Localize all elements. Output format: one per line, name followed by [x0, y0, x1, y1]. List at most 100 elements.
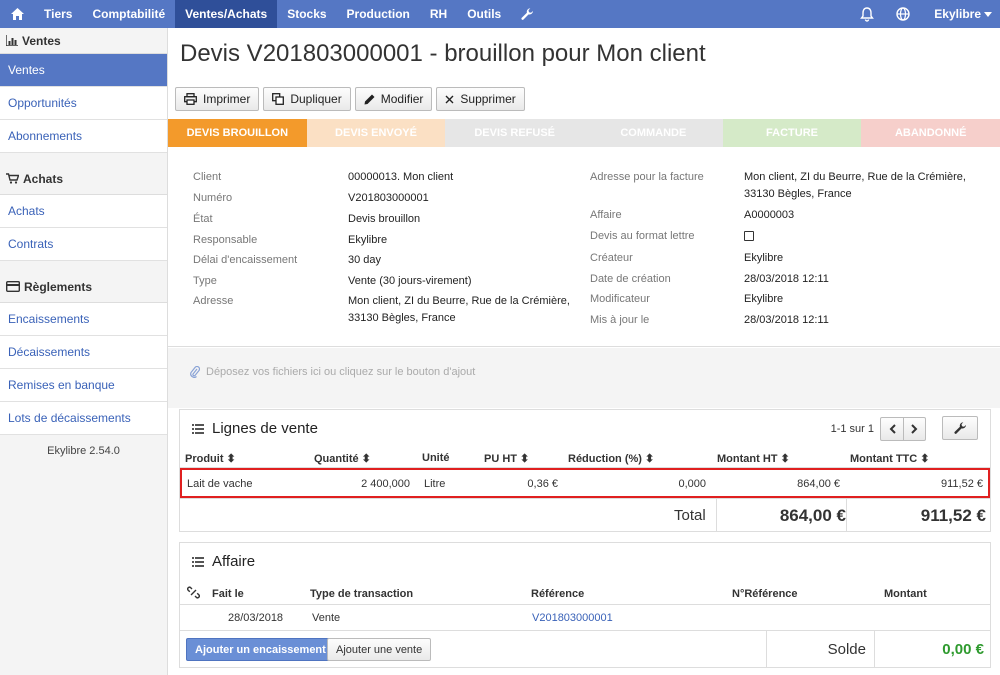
sidebar-item-ventes[interactable]: Ventes: [0, 54, 167, 87]
pagination-info: 1-1 sur 1: [830, 423, 874, 435]
field-label: Date de création: [590, 273, 671, 285]
column-header-quantite[interactable]: Quantité ⬍: [314, 452, 371, 465]
nav-stocks[interactable]: Stocks: [277, 0, 336, 28]
sidebar-item-decaissements[interactable]: Décaissements: [0, 336, 167, 369]
column-header-n-reference: N°Référence: [732, 588, 798, 600]
field-value: Ekylibre: [744, 293, 784, 305]
previous-page-button[interactable]: [881, 418, 903, 440]
column-label: Quantité: [314, 453, 359, 465]
nav-tiers[interactable]: Tiers: [34, 0, 82, 28]
sidebar-item-encaissements[interactable]: Encaissements: [0, 303, 167, 336]
field-value: Mon client, ZI du Beurre, Rue de la Crém…: [348, 295, 570, 307]
print-icon: [184, 93, 197, 105]
close-icon: [445, 95, 454, 103]
column-header-montant-ttc[interactable]: Montant TTC ⬍: [850, 452, 929, 465]
sidebar-item-achats[interactable]: Achats: [0, 195, 167, 228]
step-facture[interactable]: Facture: [722, 119, 862, 147]
wrench-icon: [953, 421, 966, 434]
delete-button[interactable]: Supprimer: [436, 87, 525, 111]
nav-outils[interactable]: Outils: [457, 0, 511, 28]
table-row[interactable]: Lait de vache 2 400,000 Litre 0,36 € 0,0…: [180, 468, 990, 498]
reference-link[interactable]: V201803000001: [532, 612, 613, 624]
field-label: Créateur: [590, 252, 633, 264]
nav-rh[interactable]: RH: [420, 0, 457, 28]
nav-comptabilite[interactable]: Comptabilité: [82, 0, 175, 28]
user-name: Ekylibre: [934, 7, 981, 21]
sidebar-section-label: Achats: [23, 171, 64, 186]
cell-produit: Lait de vache: [187, 478, 253, 490]
solde-value: 0,00 €: [874, 631, 990, 667]
solde-label-text: Solde: [827, 640, 866, 658]
language-button[interactable]: [886, 0, 920, 28]
column-header-unite: Unité: [422, 452, 450, 464]
column-header-reduction[interactable]: Réduction (%) ⬍: [568, 452, 654, 465]
table-row[interactable]: 28/03/2018 Vente V201803000001: [180, 605, 990, 631]
notifications-button[interactable]: [848, 0, 886, 28]
cell-quantite: 2 400,000: [361, 478, 410, 490]
column-label: Montant TTC: [850, 453, 918, 465]
pagination: 1-1 sur 1: [831, 417, 926, 441]
add-payment-button[interactable]: Ajouter un encaissement: [186, 638, 335, 661]
print-button[interactable]: Imprimer: [175, 87, 260, 111]
copy-icon: [272, 93, 285, 105]
step-devis-refuse[interactable]: Devis refusé: [445, 119, 585, 147]
sidebar-item-remises-en-banque[interactable]: Remises en banque: [0, 369, 167, 402]
solde-value-text: 0,00 €: [942, 640, 984, 658]
cell-montant-ht: 864,00 €: [797, 478, 840, 490]
column-header-pu-ht[interactable]: PU HT ⬍: [484, 452, 529, 465]
affaire-table-header: Fait le Type de transaction Référence N°…: [180, 583, 990, 605]
nav-ventes-achats[interactable]: Ventes/Achats: [175, 0, 278, 28]
cell-reduction: 0,000: [678, 478, 706, 490]
settings-button[interactable]: [511, 0, 544, 28]
column-label: Produit: [185, 453, 224, 465]
column-label: Montant HT: [717, 453, 778, 465]
client-link[interactable]: 00000013. Mon client: [348, 169, 453, 186]
duplicate-button-label: Dupliquer: [290, 92, 342, 106]
cell-type: Vente: [312, 612, 341, 624]
field-label: Délai d'encaissement: [193, 254, 298, 266]
total-montant-ht: 864,00 €: [716, 499, 846, 532]
field-value: 33130 Bègles, France: [744, 188, 852, 200]
step-devis-envoye[interactable]: Devis envoyé: [306, 119, 446, 147]
sidebar-section-label: Ventes: [22, 33, 61, 48]
sidebar-item-lots-de-decaissements[interactable]: Lots de décaissements: [0, 402, 167, 435]
column-header-montant-ht[interactable]: Montant HT ⬍: [717, 452, 790, 465]
dropzone-text: Déposez vos fichiers ici ou cliquez sur …: [206, 366, 476, 378]
delete-button-label: Supprimer: [460, 92, 516, 106]
sidebar-item-abonnements[interactable]: Abonnements: [0, 120, 167, 153]
duplicate-button[interactable]: Dupliquer: [263, 87, 351, 111]
affaire-link[interactable]: A0000003: [744, 207, 794, 224]
chevron-left-icon: [889, 424, 896, 434]
step-devis-brouillon[interactable]: Devis brouillon: [168, 119, 307, 147]
field-label: Type: [193, 275, 217, 287]
field-value: Mon client, ZI du Beurre, Rue de la Crém…: [744, 171, 966, 183]
cell-unite: Litre: [424, 478, 446, 490]
sidebar-section-ventes: Ventes: [0, 28, 167, 54]
cell-fait-le: 28/03/2018: [228, 612, 284, 624]
next-page-button[interactable]: [903, 418, 925, 440]
field-label: Mis à jour le: [590, 314, 650, 326]
table-settings-button[interactable]: [942, 416, 978, 440]
edit-button-label: Modifier: [380, 92, 424, 106]
field-label: État: [193, 213, 213, 225]
home-button[interactable]: [0, 0, 34, 28]
step-commande[interactable]: Commande: [584, 119, 723, 147]
edit-button[interactable]: Modifier: [354, 87, 433, 111]
bell-icon: [860, 6, 875, 22]
column-header-produit[interactable]: Produit ⬍: [185, 452, 236, 465]
user-menu[interactable]: Ekylibre: [920, 0, 1000, 28]
nav-production[interactable]: Production: [337, 0, 420, 28]
column-header-montant: Montant: [884, 588, 927, 600]
cell-pu-ht: 0,36 €: [527, 478, 558, 490]
add-sale-button[interactable]: Ajouter une vente: [327, 638, 432, 661]
sidebar-item-contrats[interactable]: Contrats: [0, 228, 167, 261]
step-abandonne[interactable]: Abandonné: [861, 119, 1000, 147]
column-label: Unité: [422, 452, 450, 464]
quote-details: Client 00000013. Mon client Numéro V2018…: [168, 147, 1000, 347]
sidebar-item-opportunites[interactable]: Opportunités: [0, 87, 167, 120]
paperclip-icon: [190, 366, 200, 378]
field-label: Devis au format lettre: [590, 230, 695, 242]
unlink-button[interactable]: [187, 586, 200, 602]
globe-icon: [896, 7, 910, 21]
file-dropzone[interactable]: Déposez vos fichiers ici ou cliquez sur …: [168, 348, 1000, 408]
